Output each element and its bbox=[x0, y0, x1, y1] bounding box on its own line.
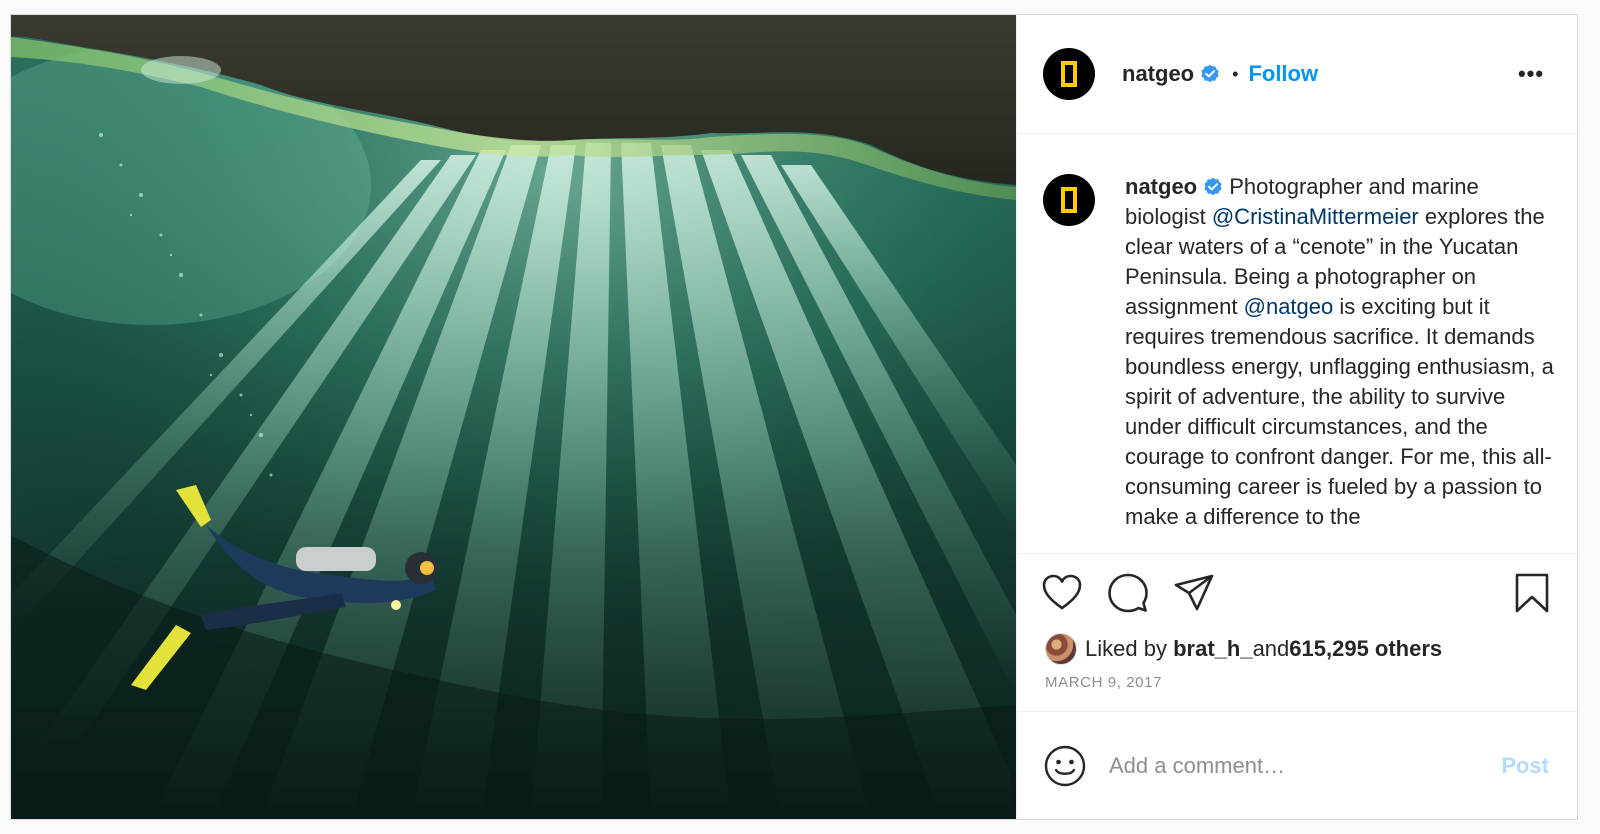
follow-button[interactable]: Follow bbox=[1248, 61, 1318, 87]
post-card: natgeo • Follow ••• natgeo Photographer … bbox=[10, 14, 1578, 820]
paper-plane-icon[interactable] bbox=[1173, 572, 1215, 614]
likes-count[interactable]: 615,295 others bbox=[1289, 636, 1442, 662]
heart-icon[interactable] bbox=[1041, 572, 1083, 614]
caption-avatar[interactable] bbox=[1043, 174, 1095, 226]
smiley-icon[interactable] bbox=[1043, 744, 1087, 788]
caption-username[interactable]: natgeo bbox=[1125, 174, 1197, 199]
caption-section: natgeo Photographer and marine biologist… bbox=[1017, 134, 1577, 553]
caption-text: natgeo Photographer and marine biologist… bbox=[1125, 172, 1555, 553]
post-comment-button[interactable]: Post bbox=[1501, 753, 1549, 779]
post-header: natgeo • Follow ••• bbox=[1017, 15, 1577, 134]
header-username[interactable]: natgeo bbox=[1122, 61, 1194, 87]
comment-input[interactable] bbox=[1107, 751, 1502, 780]
natgeo-logo-icon bbox=[1061, 187, 1077, 213]
verified-badge-icon bbox=[1201, 64, 1219, 83]
likes-summary[interactable]: Liked by brat_h_ and 615,295 others bbox=[1017, 632, 1577, 666]
comment-icon[interactable] bbox=[1107, 572, 1149, 614]
action-icons-row bbox=[1017, 554, 1577, 632]
underwater-cenote-image bbox=[11, 15, 1016, 819]
post-date[interactable]: MARCH 9, 2017 bbox=[1017, 674, 1577, 691]
liker-avatar[interactable] bbox=[1045, 633, 1077, 665]
mention-link[interactable]: @natgeo bbox=[1244, 294, 1334, 319]
comment-box: Post bbox=[1017, 711, 1577, 819]
likes-middle: and bbox=[1252, 636, 1290, 661]
post-photo[interactable] bbox=[11, 15, 1016, 819]
caption-text-3: is exciting but it requires tremendous s… bbox=[1125, 294, 1554, 529]
natgeo-logo-icon bbox=[1061, 61, 1077, 87]
mention-link[interactable]: @CristinaMittermeier bbox=[1212, 204, 1419, 229]
more-horizontal-icon[interactable]: ••• bbox=[1511, 59, 1551, 89]
header-separator: • bbox=[1232, 63, 1239, 84]
likes-prefix: Liked by bbox=[1085, 636, 1167, 661]
verified-badge-icon bbox=[1204, 177, 1222, 196]
post-sidebar: natgeo • Follow ••• natgeo Photographer … bbox=[1016, 15, 1577, 819]
actions-section: Liked by brat_h_ and 615,295 others MARC… bbox=[1017, 553, 1577, 711]
liker-username[interactable]: brat_h_ bbox=[1173, 636, 1252, 662]
bookmark-icon[interactable] bbox=[1511, 572, 1553, 614]
natgeo-avatar[interactable] bbox=[1043, 48, 1095, 100]
